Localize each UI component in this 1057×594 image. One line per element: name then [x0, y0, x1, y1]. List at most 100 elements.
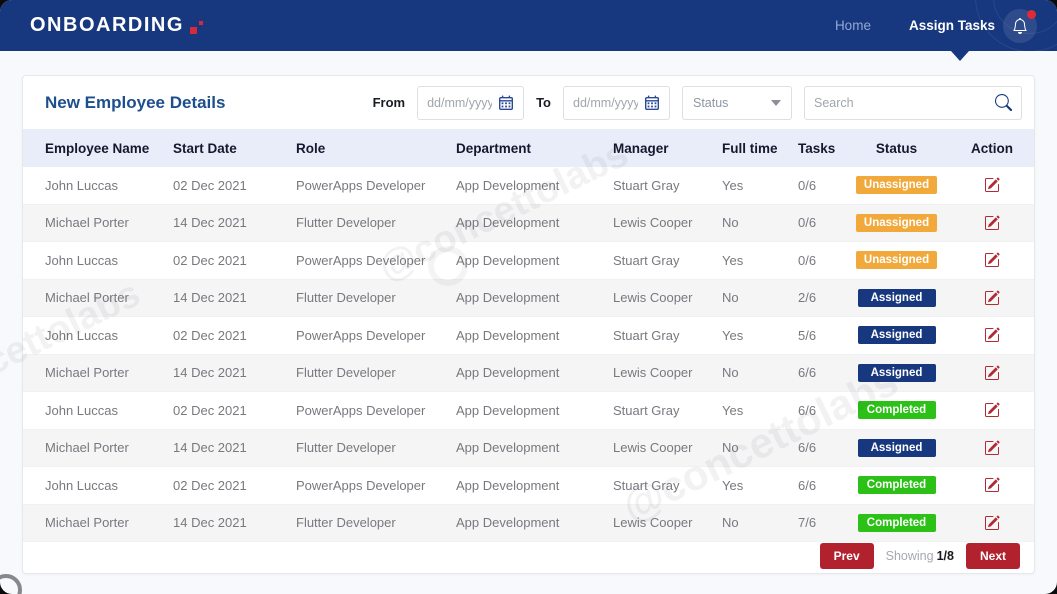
department-cell: App Development: [456, 478, 613, 493]
role-cell: PowerApps Developer: [296, 328, 456, 343]
employee-name-cell: Michael Porter: [45, 515, 173, 530]
tasks-cell: 7/6: [798, 515, 843, 530]
status-badge: Completed: [858, 401, 936, 419]
department-cell: App Development: [456, 515, 613, 530]
status-badge: Completed: [858, 514, 936, 532]
department-cell: App Development: [456, 328, 613, 343]
start-date-cell: 14 Dec 2021: [173, 365, 296, 380]
edit-action-button[interactable]: [982, 213, 1002, 233]
table-body: John Luccas 02 Dec 2021 PowerApps Develo…: [23, 167, 1034, 542]
full-time-cell: Yes: [722, 403, 798, 418]
edit-icon: [984, 252, 1000, 268]
column-header-action: Action: [971, 141, 1013, 156]
department-cell: App Development: [456, 253, 613, 268]
tasks-cell: 0/6: [798, 253, 843, 268]
to-date-field: [563, 86, 670, 120]
showing-label: Showing: [886, 549, 934, 563]
edit-action-button[interactable]: [982, 438, 1002, 458]
status-badge: Unassigned: [856, 176, 937, 194]
tasks-cell: 6/6: [798, 478, 843, 493]
edit-action-button[interactable]: [982, 325, 1002, 345]
manager-cell: Stuart Gray: [613, 178, 722, 193]
employee-name-cell: John Luccas: [45, 253, 173, 268]
role-cell: Flutter Developer: [296, 290, 456, 305]
full-time-cell: No: [722, 440, 798, 455]
start-date-cell: 14 Dec 2021: [173, 440, 296, 455]
brand-mark-icon: [190, 19, 204, 37]
edit-action-button[interactable]: [982, 363, 1002, 383]
nav-link-home[interactable]: Home: [835, 18, 871, 33]
employee-name-cell: Michael Porter: [45, 290, 173, 305]
from-date-input[interactable]: [427, 96, 492, 110]
edit-icon: [984, 402, 1000, 418]
status-badge: Assigned: [858, 326, 936, 344]
edit-action-button[interactable]: [982, 400, 1002, 420]
edit-icon: [984, 365, 1000, 381]
action-cell: [982, 175, 1002, 195]
showing-status: Showing1/8: [886, 549, 954, 563]
column-header-status: Status: [876, 141, 917, 156]
to-date-input[interactable]: [573, 96, 638, 110]
search-icon[interactable]: [995, 94, 1012, 111]
edit-icon: [984, 290, 1000, 306]
manager-cell: Stuart Gray: [613, 328, 722, 343]
status-cell: Completed: [858, 476, 936, 494]
manager-cell: Lewis Cooper: [613, 215, 722, 230]
watermark-logo: [0, 574, 22, 594]
calendar-icon[interactable]: [644, 95, 660, 111]
start-date-cell: 02 Dec 2021: [173, 328, 296, 343]
table-row: John Luccas 02 Dec 2021 PowerApps Develo…: [23, 392, 1034, 430]
edit-icon: [984, 327, 1000, 343]
full-time-cell: Yes: [722, 253, 798, 268]
action-cell: [982, 438, 1002, 458]
page-title: New Employee Details: [45, 93, 225, 113]
full-time-cell: No: [722, 365, 798, 380]
start-date-cell: 02 Dec 2021: [173, 403, 296, 418]
edit-action-button[interactable]: [982, 288, 1002, 308]
employee-name-cell: Michael Porter: [45, 365, 173, 380]
action-cell: [982, 325, 1002, 345]
department-cell: App Development: [456, 440, 613, 455]
notifications-button[interactable]: [1003, 9, 1037, 43]
role-cell: PowerApps Developer: [296, 253, 456, 268]
brand-text: ONBOARDING: [30, 14, 184, 37]
manager-cell: Stuart Gray: [613, 253, 722, 268]
status-filter-select[interactable]: Status: [682, 86, 792, 120]
start-date-cell: 14 Dec 2021: [173, 215, 296, 230]
employee-name-cell: John Luccas: [45, 178, 173, 193]
table-row: John Luccas 02 Dec 2021 PowerApps Develo…: [23, 317, 1034, 355]
status-badge: Assigned: [858, 289, 936, 307]
action-cell: [982, 513, 1002, 533]
action-cell: [982, 250, 1002, 270]
brand-logo[interactable]: ONBOARDING: [30, 14, 204, 37]
full-time-cell: No: [722, 290, 798, 305]
prev-button[interactable]: Prev: [820, 543, 874, 569]
column-header-tasks: Tasks: [798, 141, 843, 156]
nav-links: HomeAssign Tasks: [835, 18, 995, 33]
employee-name-cell: Michael Porter: [45, 215, 173, 230]
employee-name-cell: John Luccas: [45, 403, 173, 418]
status-badge: Assigned: [858, 439, 936, 457]
full-time-cell: Yes: [722, 328, 798, 343]
tasks-cell: 6/6: [798, 440, 843, 455]
table-row: Michael Porter 14 Dec 2021 Flutter Devel…: [23, 355, 1034, 393]
status-badge: Unassigned: [856, 251, 937, 269]
role-cell: Flutter Developer: [296, 365, 456, 380]
column-header-employee-name: Employee Name: [45, 141, 173, 156]
column-header-role: Role: [296, 141, 456, 156]
calendar-icon[interactable]: [498, 95, 514, 111]
edit-action-button[interactable]: [982, 250, 1002, 270]
edit-action-button[interactable]: [982, 513, 1002, 533]
edit-action-button[interactable]: [982, 175, 1002, 195]
next-button[interactable]: Next: [966, 543, 1020, 569]
action-cell: [982, 288, 1002, 308]
search-input[interactable]: [814, 96, 989, 110]
edit-action-button[interactable]: [982, 475, 1002, 495]
filter-bar: New Employee Details From: [23, 76, 1034, 129]
table-row: Michael Porter 14 Dec 2021 Flutter Devel…: [23, 280, 1034, 318]
action-cell: [982, 475, 1002, 495]
manager-cell: Lewis Cooper: [613, 290, 722, 305]
table-row: John Luccas 02 Dec 2021 PowerApps Develo…: [23, 242, 1034, 280]
department-cell: App Development: [456, 290, 613, 305]
role-cell: Flutter Developer: [296, 440, 456, 455]
